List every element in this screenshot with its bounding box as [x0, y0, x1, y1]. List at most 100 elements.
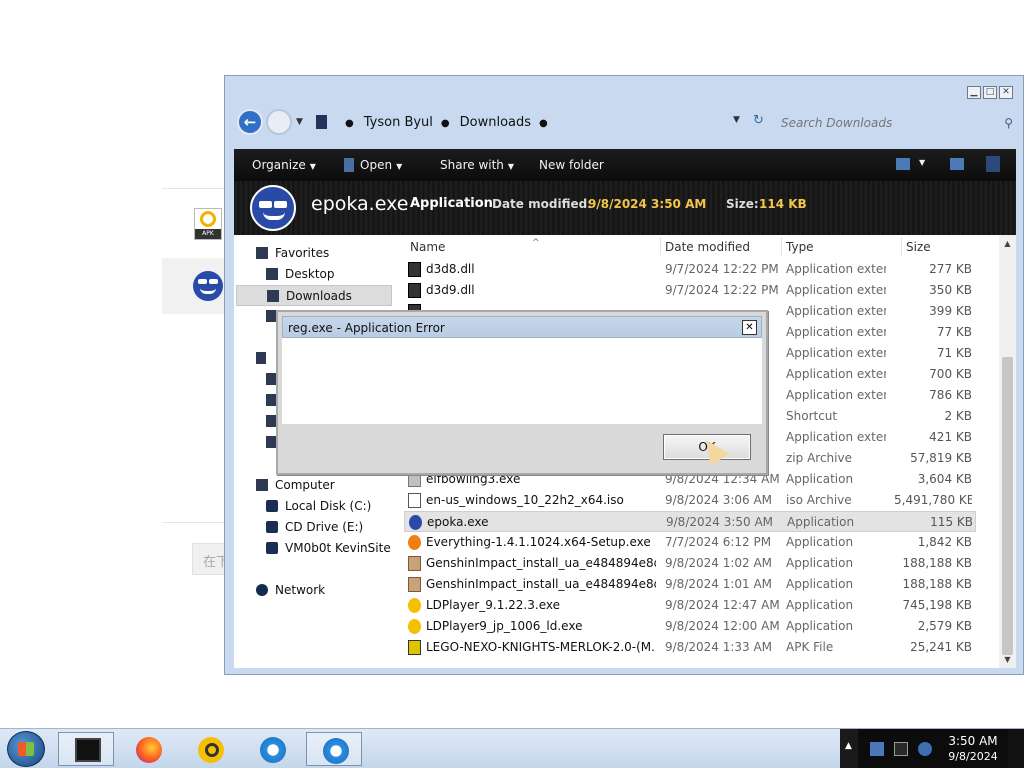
genshin-icon: [408, 577, 421, 592]
iso-icon: [408, 493, 421, 508]
apk-file-icon[interactable]: APK: [194, 208, 222, 240]
file-name: LDPlayer_9.1.22.3.exe: [426, 598, 560, 612]
address-dropdown-icon[interactable]: ▼: [733, 115, 740, 125]
column-header-name[interactable]: Name ^: [410, 237, 660, 257]
file-row[interactable]: LDPlayer9_jp_1006_ld.exe 9/8/2024 12:00 A…: [404, 616, 976, 637]
show-hidden-icons-button[interactable]: ▲: [840, 729, 858, 768]
file-type: Application extens...: [786, 346, 886, 360]
view-options-dropdown-icon[interactable]: ▼: [919, 158, 925, 167]
preview-pane-icon[interactable]: [950, 158, 964, 170]
new-folder-button[interactable]: New folder: [539, 158, 604, 172]
dll-icon: [408, 283, 421, 298]
file-name: en-us_windows_10_22h2_x64.iso: [426, 493, 624, 507]
breadcrumb[interactable]: ● Tyson Byul ● Downloads ●: [337, 115, 558, 130]
error-dialog[interactable]: reg.exe - Application Error ✕ OK: [276, 310, 768, 475]
search-input[interactable]: [781, 111, 1013, 135]
column-header-size[interactable]: Size: [906, 237, 976, 257]
share-with-button[interactable]: Share with ▼: [440, 158, 514, 172]
breadcrumb-user[interactable]: Tyson Byul: [364, 115, 433, 130]
minimize-button[interactable]: ▁: [967, 86, 981, 99]
recent-pages-dropdown-icon[interactable]: ▼: [296, 117, 303, 127]
nav-network-drive[interactable]: VM0b0t KevinSite: [266, 538, 391, 559]
breadcrumb-separator-icon[interactable]: ●: [441, 118, 450, 129]
details-file-type: Application: [410, 196, 493, 211]
details-file-name: epoka.exe: [311, 193, 409, 215]
file-row[interactable]: d3d8.dll 9/7/2024 12:22 PM Application ext…: [404, 259, 976, 280]
file-type: Application extens...: [786, 304, 886, 318]
nav-favorites[interactable]: Favorites: [256, 243, 329, 264]
close-button[interactable]: ✕: [999, 86, 1013, 99]
computer-icon: [256, 479, 268, 491]
open-icon: [344, 158, 354, 172]
file-row[interactable]: GenshinImpact_install_ua_e484894e8d0f(..…: [404, 553, 976, 574]
breadcrumb-downloads[interactable]: Downloads: [460, 115, 531, 130]
help-icon[interactable]: [986, 156, 1000, 172]
taskbar-firefox[interactable]: [120, 732, 176, 766]
scroll-up-icon[interactable]: ▲: [999, 235, 1016, 252]
genshin-icon: [408, 556, 421, 571]
address-row: ← ▼ ● Tyson Byul ● Downloads ● ▼ ↻ ⚲: [235, 106, 1019, 140]
search-box[interactable]: ⚲: [781, 111, 1013, 135]
music-icon[interactable]: [266, 394, 276, 406]
taskbar-edge-active[interactable]: [306, 732, 362, 766]
column-header-date[interactable]: Date modified: [665, 237, 777, 257]
nav-network[interactable]: Network: [256, 580, 325, 601]
forward-button[interactable]: [266, 109, 292, 135]
nav-desktop[interactable]: Desktop: [266, 264, 335, 285]
change-view-icon[interactable]: [896, 158, 910, 170]
file-type: Application extens...: [786, 430, 886, 444]
divider: [162, 188, 226, 189]
search-icon[interactable]: ⚲: [1004, 116, 1013, 130]
cd-drive-icon: [266, 521, 278, 533]
pictures-icon[interactable]: [266, 415, 276, 427]
file-row[interactable]: LDPlayer_9.1.22.3.exe 9/8/2024 12:47 AM Ap…: [404, 595, 976, 616]
file-row[interactable]: epoka.exe 9/8/2024 3:50 AM Application 115 …: [404, 511, 976, 532]
tray-app-icon[interactable]: [870, 742, 884, 756]
nav-cd-drive[interactable]: CD Drive (E:): [266, 517, 363, 538]
nav-local-disk[interactable]: Local Disk (C:): [266, 496, 371, 517]
scroll-thumb[interactable]: [1002, 357, 1013, 655]
file-name: LEGO-NEXO-KNIGHTS-MERLOK-2.0-(M...: [426, 640, 656, 654]
taskbar-terminal[interactable]: [58, 732, 114, 766]
file-row[interactable]: d3d9.dll 9/7/2024 12:22 PM Application ext…: [404, 280, 976, 301]
vertical-scrollbar[interactable]: ▲ ▼: [999, 235, 1016, 668]
file-date: 7/7/2024 6:12 PM: [665, 535, 772, 549]
maximize-button[interactable]: □: [983, 86, 997, 99]
taskbar-ldplayer[interactable]: [182, 732, 238, 766]
file-size: 2 KB: [944, 409, 972, 423]
videos-icon[interactable]: [266, 436, 276, 448]
network-status-icon[interactable]: [894, 742, 908, 756]
details-pane: epoka.exe Application Date modified: 9/8…: [234, 181, 1016, 235]
breadcrumb-separator-icon[interactable]: ●: [345, 118, 354, 129]
documents-icon[interactable]: [266, 373, 276, 385]
file-date: 9/8/2024 12:47 AM: [665, 598, 780, 612]
file-size: 188,188 KB: [902, 577, 972, 591]
recent-places-icon[interactable]: [266, 310, 276, 322]
epoka-icon[interactable]: [193, 271, 223, 301]
nav-computer[interactable]: Computer: [256, 475, 335, 496]
libraries-icon[interactable]: [256, 352, 266, 364]
nav-downloads[interactable]: Downloads: [236, 285, 392, 306]
file-name: d3d8.dll: [426, 262, 475, 276]
file-date: 9/8/2024 12:00 AM: [665, 619, 780, 633]
file-size: 745,198 KB: [902, 598, 972, 612]
start-button[interactable]: [7, 731, 45, 767]
organize-button[interactable]: Organize ▼: [252, 158, 316, 172]
volume-icon[interactable]: [918, 742, 932, 756]
file-row[interactable]: en-us_windows_10_22h2_x64.iso 9/8/2024 3:…: [404, 490, 976, 511]
show-desktop-button[interactable]: [1008, 729, 1024, 768]
dialog-close-button[interactable]: ✕: [742, 320, 757, 335]
refresh-icon[interactable]: ↻: [753, 113, 764, 128]
file-row[interactable]: LEGO-NEXO-KNIGHTS-MERLOK-2.0-(M... 9/8/20…: [404, 637, 976, 658]
scroll-down-icon[interactable]: ▼: [999, 651, 1016, 668]
file-row[interactable]: Everything-1.4.1.1024.x64-Setup.exe 7/7/2…: [404, 532, 976, 553]
file-size: 700 KB: [929, 367, 972, 381]
clock[interactable]: 3:50 AM 9/8/2024: [938, 729, 1008, 768]
dialog-title-bar[interactable]: reg.exe - Application Error ✕: [282, 316, 762, 338]
taskbar-edge[interactable]: [244, 732, 300, 766]
open-button[interactable]: Open ▼: [344, 158, 402, 172]
breadcrumb-separator-icon[interactable]: ●: [539, 118, 548, 129]
file-row[interactable]: GenshinImpact_install_ua_e484894e8d0f...…: [404, 574, 976, 595]
back-button[interactable]: ←: [237, 109, 263, 135]
column-header-type[interactable]: Type: [786, 237, 896, 257]
